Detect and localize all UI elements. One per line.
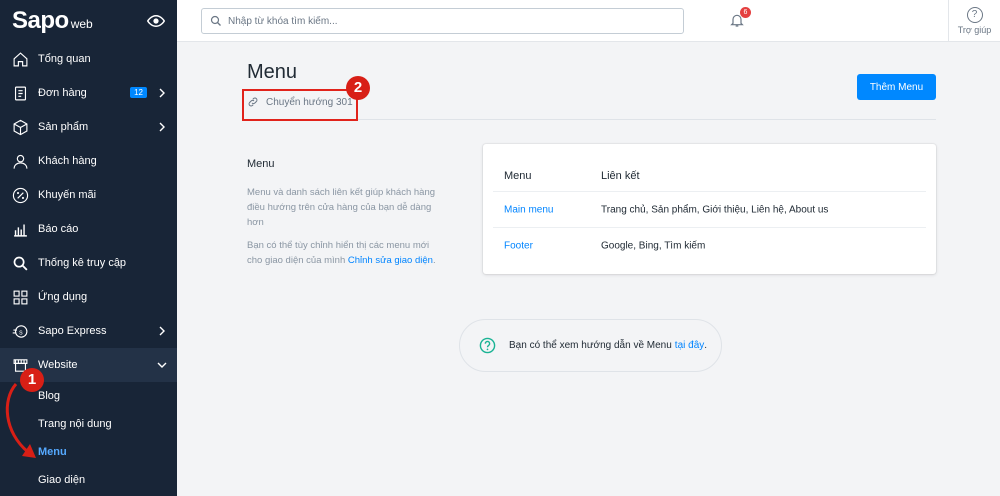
sidebar-item-customers[interactable]: Khách hàng <box>0 144 177 178</box>
hint-text: Bạn có thể xem hướng dẫn về Menu <box>509 340 672 351</box>
bar-chart-icon <box>11 220 29 238</box>
table-header: Menu Liên kết <box>493 160 926 192</box>
express-icon: s <box>11 322 29 340</box>
menu-name-link[interactable]: Main menu <box>504 204 553 215</box>
sidebar-item-label: Ứng dụng <box>38 291 88 303</box>
sidebar-item-promotions[interactable]: Khuyến mãi <box>0 178 177 212</box>
annotation-arrow <box>5 383 36 458</box>
sidebar-item-label: Khuyến mãi <box>38 189 97 201</box>
menu-links: Trang chủ, Sản phẩm, Giới thiệu, Liên hệ… <box>601 204 829 215</box>
menu-customize-note: Bạn có thể tùy chỉnh hiển thị các menu m… <box>247 238 447 268</box>
sidebar-item-overview[interactable]: Tổng quan <box>0 42 177 76</box>
section-title: Menu <box>247 158 275 170</box>
help-button[interactable]: ? Trợ giúp <box>948 0 1000 42</box>
help-label: Trợ giúp <box>957 25 992 35</box>
chevron-right-icon <box>159 88 165 98</box>
sidebar-item-products[interactable]: Sản phẩm <box>0 110 177 144</box>
sidebar-item-label: Tổng quan <box>38 53 91 65</box>
chevron-down-icon <box>157 362 167 368</box>
logo-main: Sapo <box>12 7 69 34</box>
sidebar-item-label: Báo cáo <box>38 223 79 235</box>
home-icon <box>11 50 29 68</box>
note-suffix: . <box>432 255 436 266</box>
chevron-right-icon <box>159 122 165 132</box>
table-row[interactable]: Main menu Trang chủ, Sản phẩm, Giới thiệ… <box>493 192 926 228</box>
edit-theme-link[interactable]: Chỉnh sửa giao diện <box>348 255 433 266</box>
sidebar-sub-label: Giao diện <box>38 474 86 486</box>
menu-description: Menu và danh sách liên kết giúp khách hà… <box>247 187 436 228</box>
sidebar-item-label: Sapo Express <box>38 325 107 337</box>
add-menu-button[interactable]: Thêm Menu <box>857 74 936 100</box>
hint-suffix: . <box>704 340 708 351</box>
orders-count-badge: 12 <box>130 87 147 98</box>
search-placeholder: Nhập từ khóa tìm kiếm... <box>228 15 338 27</box>
search-icon <box>210 15 221 26</box>
sidebar-item-sapo-express[interactable]: s Sapo Express <box>0 314 177 348</box>
question-circle-icon <box>479 337 496 354</box>
eye-icon[interactable] <box>147 12 165 30</box>
menu-links: Google, Bing, Tìm kiếm <box>601 240 706 252</box>
header-links: Liên kết <box>601 169 640 182</box>
order-icon <box>11 84 29 102</box>
annotation-box <box>242 89 358 121</box>
sidebar-item-label: Sản phẩm <box>38 121 89 133</box>
header-menu: Menu <box>504 169 532 182</box>
sidebar-item-label: Đơn hàng <box>38 87 87 99</box>
user-icon <box>11 152 29 170</box>
sidebar-item-reports[interactable]: Báo cáo <box>0 212 177 246</box>
apps-icon <box>11 288 29 306</box>
menu-name-link[interactable]: Footer <box>504 241 533 252</box>
chevron-right-icon <box>159 326 165 336</box>
sidebar-item-orders[interactable]: Đơn hàng 12 <box>0 76 177 110</box>
top-bar: Nhập từ khóa tìm kiếm... 6 ? Trợ giúp <box>177 0 1000 42</box>
search-icon <box>11 254 29 272</box>
sidebar-item-apps[interactable]: Ứng dụng <box>0 280 177 314</box>
search-input[interactable]: Nhập từ khóa tìm kiếm... <box>201 8 684 34</box>
sidebar-item-label: Thống kê truy cập <box>38 257 127 269</box>
question-icon: ? <box>966 7 983 23</box>
sidebar-sub-themes[interactable]: Giao diện <box>0 466 177 494</box>
help-hint: Bạn có thể xem hướng dẫn về Menu tại đây… <box>459 319 722 372</box>
table-row[interactable]: Footer Google, Bing, Tìm kiếm <box>493 228 926 264</box>
logo-sub: web <box>70 17 93 31</box>
logo[interactable]: Sapo web <box>0 0 177 42</box>
notification-badge: 6 <box>740 7 751 18</box>
hint-link[interactable]: tại đây <box>675 340 704 351</box>
sidebar-item-label: Khách hàng <box>38 155 97 167</box>
box-icon <box>11 118 29 136</box>
svg-text:s: s <box>19 328 23 336</box>
menu-table-card: Menu Liên kết Main menu Trang chủ, Sản p… <box>483 144 936 274</box>
page-title: Menu <box>247 61 298 83</box>
sidebar-item-analytics[interactable]: Thống kê truy cập <box>0 246 177 280</box>
percent-icon <box>11 186 29 204</box>
annotation-marker-2: 2 <box>346 76 370 100</box>
